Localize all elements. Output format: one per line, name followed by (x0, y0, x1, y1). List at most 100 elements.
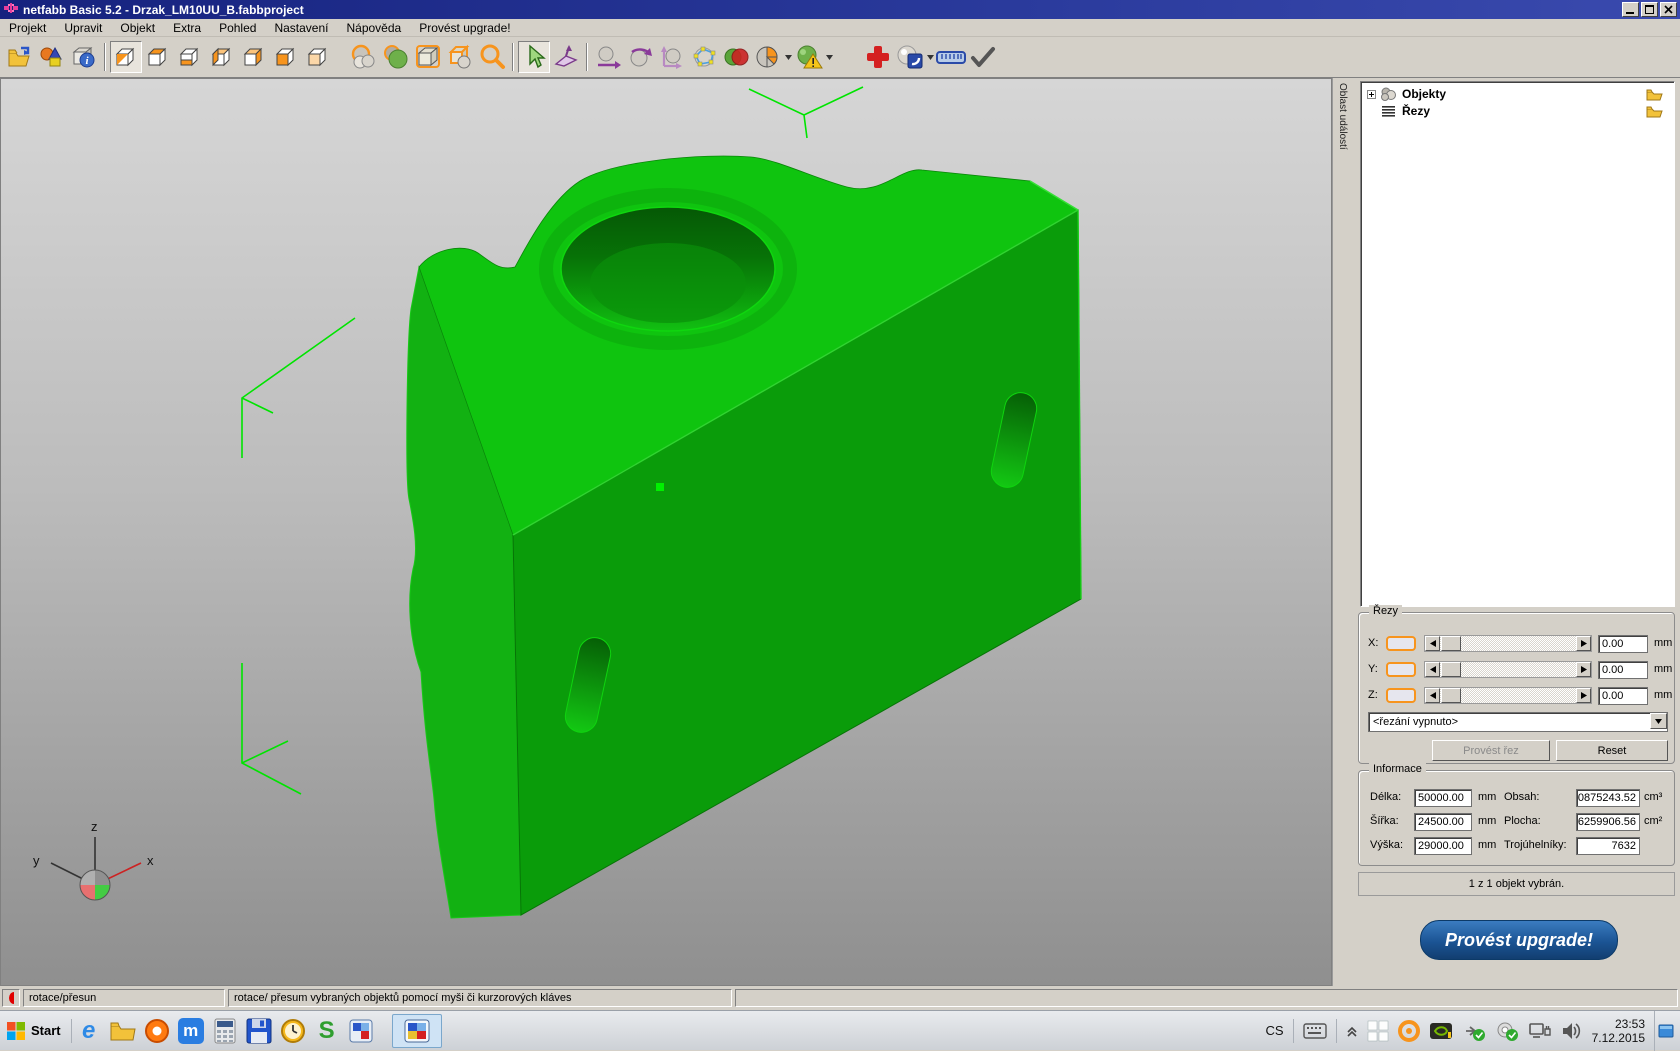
menu-provest-upgrade[interactable]: Provést upgrade! (410, 19, 519, 37)
slice-dropdown-arrow-icon[interactable] (784, 41, 793, 73)
view-right-icon[interactable] (238, 41, 270, 73)
menu-napoveda[interactable]: Nápověda (337, 19, 410, 37)
axis-label-x: x (147, 853, 154, 868)
cut-y-toggle[interactable] (1386, 662, 1416, 677)
windows-tray-icon[interactable] (1367, 1020, 1389, 1042)
view-front-icon[interactable] (270, 41, 302, 73)
calculator-icon[interactable] (208, 1014, 242, 1048)
validate-check-icon[interactable] (967, 41, 999, 73)
internet-explorer-icon[interactable]: e (72, 1014, 106, 1048)
cut-z-value[interactable]: 0.00 (1598, 687, 1648, 705)
window-thumb-icon (1658, 1024, 1674, 1038)
save-floppy-icon[interactable] (242, 1014, 276, 1048)
maxthon-browser-icon[interactable]: m (174, 1014, 208, 1048)
cut-x-slider-left-arrow-icon[interactable] (1425, 636, 1440, 651)
repair-part-icon[interactable] (894, 41, 926, 73)
edit-mesh-icon[interactable] (688, 41, 720, 73)
menu-objekt[interactable]: Objekt (111, 19, 164, 37)
view-left-icon[interactable] (206, 41, 238, 73)
add-part-icon[interactable] (862, 41, 894, 73)
objects-folder-icon[interactable] (1646, 88, 1663, 101)
cut-y-slider-thumb[interactable] (1441, 662, 1461, 677)
maximize-button[interactable] (1641, 2, 1658, 17)
cuts-folder-icon[interactable] (1646, 105, 1663, 118)
taskbar-netfabb-active[interactable] (392, 1014, 442, 1048)
height-label: Výška: (1370, 839, 1403, 851)
tray-overflow-chevron-icon[interactable] (1346, 1025, 1358, 1037)
cut-y-value[interactable]: 0.00 (1598, 661, 1648, 679)
axis-label-z: z (91, 819, 98, 834)
netfabb-quicklaunch-icon[interactable] (344, 1014, 378, 1048)
menu-projekt[interactable]: Projekt (0, 19, 55, 37)
volume-tray-icon[interactable] (1561, 1020, 1583, 1042)
scale-part-icon[interactable] (656, 41, 688, 73)
cut-z-slider-thumb[interactable] (1441, 688, 1461, 703)
menu-nastaveni[interactable]: Nastavení (265, 19, 337, 37)
cut-z-toggle[interactable] (1386, 688, 1416, 703)
view-top-icon[interactable] (142, 41, 174, 73)
cut-mode-dropdown-arrow-icon[interactable] (1650, 713, 1667, 729)
measure-ruler-icon[interactable] (935, 41, 967, 73)
zoom-icon[interactable] (476, 41, 508, 73)
project-info-icon[interactable]: i (68, 41, 100, 73)
reset-cut-button[interactable]: Reset (1556, 740, 1668, 761)
show-desktop-button[interactable] (1654, 1011, 1676, 1051)
view-iso-icon[interactable] (110, 41, 142, 73)
cut-x-value[interactable]: 0.00 (1598, 635, 1648, 653)
length-label: Délka: (1370, 791, 1401, 803)
cut-mode-dropdown[interactable]: <řezání vypnuto> (1368, 712, 1668, 732)
cut-z-slider-left-arrow-icon[interactable] (1425, 688, 1440, 703)
nvidia-tray-icon[interactable] (1429, 1020, 1453, 1042)
media-player-icon[interactable] (140, 1014, 174, 1048)
settings-check-tray-icon[interactable] (1495, 1020, 1519, 1042)
keyboard-icon[interactable] (1303, 1023, 1327, 1039)
add-parts-icon[interactable] (36, 41, 68, 73)
close-button[interactable] (1660, 2, 1677, 17)
analyse-sphere-icon[interactable] (380, 41, 412, 73)
clock-app-icon[interactable] (276, 1014, 310, 1048)
open-project-icon[interactable] (4, 41, 36, 73)
cut-y-slider-left-arrow-icon[interactable] (1425, 662, 1440, 677)
view-back-icon[interactable] (302, 41, 334, 73)
start-button[interactable]: Start (0, 1011, 71, 1051)
execute-cut-button[interactable]: Provést řez (1432, 740, 1550, 761)
slice-pie-icon[interactable] (752, 41, 784, 73)
view-bottom-icon[interactable] (174, 41, 206, 73)
cut-z-slider-right-arrow-icon[interactable] (1576, 688, 1591, 703)
network-tray-icon[interactable] (1528, 1020, 1552, 1042)
cut-x-slider-thumb[interactable] (1441, 636, 1461, 651)
boolean-spheres-icon[interactable] (348, 41, 380, 73)
viewport-3d[interactable]: z y x (0, 78, 1332, 986)
analyse-dropdown-arrow-icon[interactable] (825, 41, 834, 73)
events-panel-tab[interactable]: Oblast událostí (1332, 78, 1354, 986)
menu-upravit[interactable]: Upravit (55, 19, 111, 37)
analyse-warning-icon[interactable] (793, 41, 825, 73)
move-part-icon[interactable] (592, 41, 624, 73)
rotate-part-icon[interactable] (624, 41, 656, 73)
cut-y-slider-right-arrow-icon[interactable] (1576, 662, 1591, 677)
rotate-view-icon[interactable] (550, 41, 582, 73)
menu-pohled[interactable]: Pohled (210, 19, 265, 37)
convert-cube-icon[interactable] (444, 41, 476, 73)
cut-x-toggle[interactable] (1386, 636, 1416, 651)
repair-dropdown-arrow-icon[interactable] (926, 41, 935, 73)
usb-tray-icon[interactable] (1462, 1020, 1486, 1042)
language-indicator[interactable]: CS (1266, 1023, 1284, 1038)
upgrade-button[interactable]: Provést upgrade! (1420, 920, 1618, 960)
file-explorer-icon[interactable] (106, 1014, 140, 1048)
triangles-value: 7632 (1576, 837, 1640, 855)
cut-x-slider-right-arrow-icon[interactable] (1576, 636, 1591, 651)
compare-parts-icon[interactable] (720, 41, 752, 73)
selection-dot (656, 483, 664, 491)
menu-extra[interactable]: Extra (164, 19, 210, 37)
spybot-icon[interactable]: S (310, 1014, 344, 1048)
select-cursor-icon[interactable] (518, 41, 550, 73)
avast-tray-icon[interactable] (1398, 1020, 1420, 1042)
height-value: 29000.00 (1414, 837, 1472, 855)
tree-expander-icon[interactable] (1367, 90, 1376, 99)
tray-clock[interactable]: 23:53 7.12.2015 (1592, 1017, 1645, 1045)
tree-item-cuts[interactable]: Řezy (1367, 103, 1667, 119)
minimize-button[interactable] (1622, 2, 1639, 17)
bounding-box-icon[interactable] (412, 41, 444, 73)
tree-item-objects[interactable]: Objekty (1367, 86, 1667, 102)
